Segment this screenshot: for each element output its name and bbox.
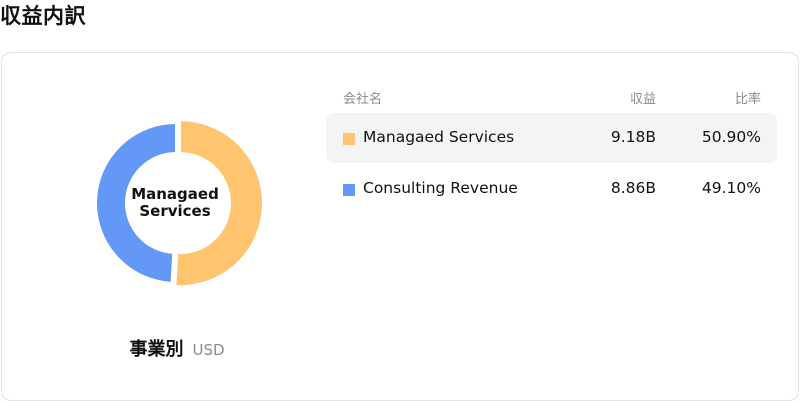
- table-header: 会社名 収益 比率: [326, 83, 777, 113]
- row-name: Managaed Services: [363, 128, 515, 146]
- legend-swatch: [343, 133, 355, 145]
- revenue-breakdown-card: Managaed Services 事業別 USD 会社名 収益 比率 Mana…: [1, 52, 799, 401]
- table-row-managed-services[interactable]: Managaed Services 9.18B 50.90%: [326, 113, 777, 163]
- breakdown-table: 会社名 収益 比率 Managaed Services 9.18B 50.90%…: [326, 83, 777, 215]
- chart-caption: 事業別 USD: [2, 335, 352, 361]
- table-row-consulting-revenue[interactable]: Consulting Revenue 8.86B 49.10%: [326, 164, 777, 214]
- donut-center-line-2: Services: [139, 202, 211, 220]
- header-revenue: 収益: [629, 92, 656, 107]
- row-name: Consulting Revenue: [363, 179, 518, 197]
- header-ratio: 比率: [734, 92, 761, 107]
- header-company: 会社名: [343, 92, 383, 107]
- legend-swatch: [343, 184, 355, 196]
- row-percent: 49.10%: [701, 179, 761, 197]
- donut-center-line-1: Managaed: [131, 185, 219, 203]
- row-value: 8.86B: [610, 179, 656, 197]
- row-percent: 50.90%: [701, 128, 761, 146]
- caption-label: 事業別: [129, 339, 184, 360]
- caption-unit: USD: [192, 341, 225, 359]
- row-value: 9.18B: [610, 128, 656, 146]
- page-title: 収益内訳: [0, 4, 86, 28]
- donut-chart: Managaed Services: [96, 115, 266, 293]
- donut-center-label: Managaed Services: [96, 115, 254, 291]
